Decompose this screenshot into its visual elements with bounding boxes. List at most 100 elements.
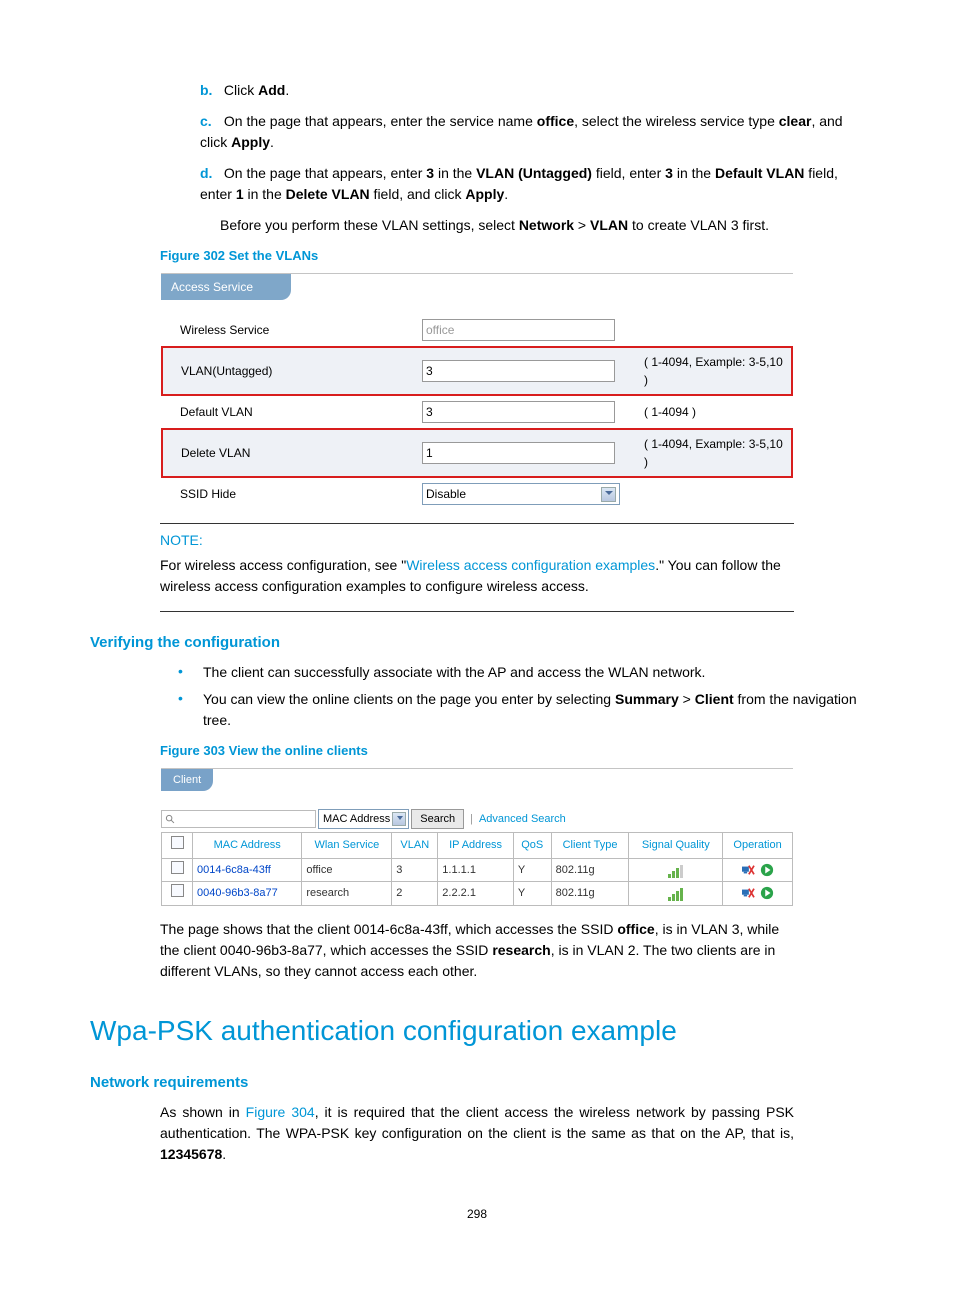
verify-list: The client can successfully associate wi… <box>178 662 864 731</box>
step-text: Click <box>224 82 258 98</box>
result-paragraph: The page shows that the client 0014-6c8a… <box>160 919 794 982</box>
refresh-icon[interactable] <box>760 886 774 900</box>
chevron-down-icon <box>397 816 403 820</box>
t: > <box>679 691 695 707</box>
refresh-icon[interactable] <box>760 863 774 877</box>
search-icon <box>165 814 176 825</box>
b: Apply <box>465 186 504 202</box>
wireless-examples-link[interactable]: Wireless access configuration examples <box>406 557 655 573</box>
t: in the <box>673 165 715 181</box>
row-checkbox[interactable] <box>171 861 184 874</box>
cell-svc: research <box>302 882 392 906</box>
cell-svc: office <box>302 858 392 882</box>
signal-icon <box>668 885 684 902</box>
b: 3 <box>426 165 434 181</box>
b: 3 <box>665 165 673 181</box>
col-mac[interactable]: MAC Address <box>193 833 302 859</box>
search-field-select[interactable]: MAC Address <box>318 809 409 829</box>
cell-ip: 2.2.2.1 <box>438 882 514 906</box>
t: The client can successfully associate wi… <box>203 664 705 680</box>
b: Default VLAN <box>715 165 804 181</box>
row-hint: ( 1-4094 ) <box>638 395 792 429</box>
t: You can view the online clients on the p… <box>203 691 615 707</box>
row-hint <box>638 314 792 347</box>
step-d-note: Before you perform these VLAN settings, … <box>220 215 864 236</box>
figure-303: Client MAC Address Search | Advanced Sea… <box>160 767 794 907</box>
b: 12345678 <box>160 1146 222 1162</box>
b: clear <box>779 113 812 129</box>
select-value: MAC Address <box>323 811 390 828</box>
search-input[interactable] <box>161 810 316 828</box>
col-qos[interactable]: QoS <box>513 833 551 859</box>
cell-type: 802.11g <box>551 858 629 882</box>
col-op[interactable]: Operation <box>723 833 793 859</box>
mac-link[interactable]: 0014-6c8a-43ff <box>197 864 271 876</box>
cell-type: 802.11g <box>551 882 629 906</box>
select-all-checkbox[interactable] <box>171 836 184 849</box>
step-marker: b. <box>200 80 220 101</box>
b: 1 <box>236 186 244 202</box>
row-label: Default VLAN <box>162 395 416 429</box>
disconnect-icon[interactable] <box>741 864 755 876</box>
b: office <box>537 113 574 129</box>
col-vlan[interactable]: VLAN <box>392 833 438 859</box>
disconnect-icon[interactable] <box>741 887 755 899</box>
step-marker: c. <box>200 111 220 132</box>
step-b: b. Click Add. <box>200 80 864 101</box>
col-ip[interactable]: IP Address <box>438 833 514 859</box>
cell-qos: Y <box>513 858 551 882</box>
t: , select the wireless service type <box>574 113 779 129</box>
list-item: The client can successfully associate wi… <box>178 662 864 683</box>
t: As shown in <box>160 1104 246 1120</box>
divider <box>160 523 794 524</box>
t: For wireless access configuration, see " <box>160 557 406 573</box>
advanced-search-link[interactable]: Advanced Search <box>479 811 566 828</box>
separator: | <box>470 811 473 828</box>
vlan-settings-table: Wireless Service office VLAN(Untagged) 3… <box>161 314 793 510</box>
b: VLAN (Untagged) <box>476 165 592 181</box>
mac-link[interactable]: 0040-96b3-8a77 <box>197 887 278 899</box>
figure-302: Access Service Wireless Service office V… <box>160 272 794 511</box>
b: office <box>617 921 654 937</box>
client-tab[interactable]: Client <box>161 769 213 792</box>
row-label: SSID Hide <box>162 477 416 510</box>
b: VLAN <box>590 217 628 233</box>
t: . <box>222 1146 226 1162</box>
vlan-untagged-input[interactable]: 3 <box>422 360 615 382</box>
ssid-hide-select[interactable]: Disable <box>422 483 620 505</box>
table-row: 0014-6c8a-43ff office 3 1.1.1.1 Y 802.11… <box>162 858 793 882</box>
t: to create VLAN 3 first. <box>628 217 769 233</box>
t: in the <box>244 186 286 202</box>
col-signal[interactable]: Signal Quality <box>629 833 723 859</box>
col-ctype[interactable]: Client Type <box>551 833 629 859</box>
step-c: c. On the page that appears, enter the s… <box>200 111 864 153</box>
signal-icon <box>668 861 684 878</box>
t: field, enter <box>592 165 665 181</box>
wireless-service-input[interactable]: office <box>422 319 615 341</box>
search-bar: MAC Address Search | Advanced Search <box>161 809 793 829</box>
ordered-steps: b. Click Add. c. On the page that appear… <box>200 80 864 205</box>
row-label: Delete VLAN <box>162 429 416 477</box>
cell-vlan: 3 <box>392 858 438 882</box>
figure-302-caption: Figure 302 Set the VLANs <box>160 246 864 266</box>
step-bold: Add <box>258 82 285 98</box>
default-vlan-input[interactable]: 3 <box>422 401 615 423</box>
col-wlan[interactable]: Wlan Service <box>302 833 392 859</box>
row-checkbox[interactable] <box>171 884 184 897</box>
b: Delete VLAN <box>286 186 370 202</box>
t: On the page that appears, enter the serv… <box>224 113 537 129</box>
b: Network <box>519 217 574 233</box>
delete-vlan-input[interactable]: 1 <box>422 442 615 464</box>
t: On the page that appears, enter <box>224 165 426 181</box>
t: The page shows that the client 0014-6c8a… <box>160 921 617 937</box>
b: Summary <box>615 691 679 707</box>
select-value: Disable <box>426 485 466 503</box>
cell-qos: Y <box>513 882 551 906</box>
figure-304-link[interactable]: Figure 304 <box>246 1104 315 1120</box>
network-req-heading: Network requirements <box>90 1072 864 1095</box>
search-button[interactable]: Search <box>411 809 464 829</box>
row-hint: ( 1-4094, Example: 3-5,10 ) <box>638 347 792 395</box>
page-number: 298 <box>90 1205 864 1223</box>
b: research <box>492 942 550 958</box>
access-service-tab[interactable]: Access Service <box>161 274 291 300</box>
